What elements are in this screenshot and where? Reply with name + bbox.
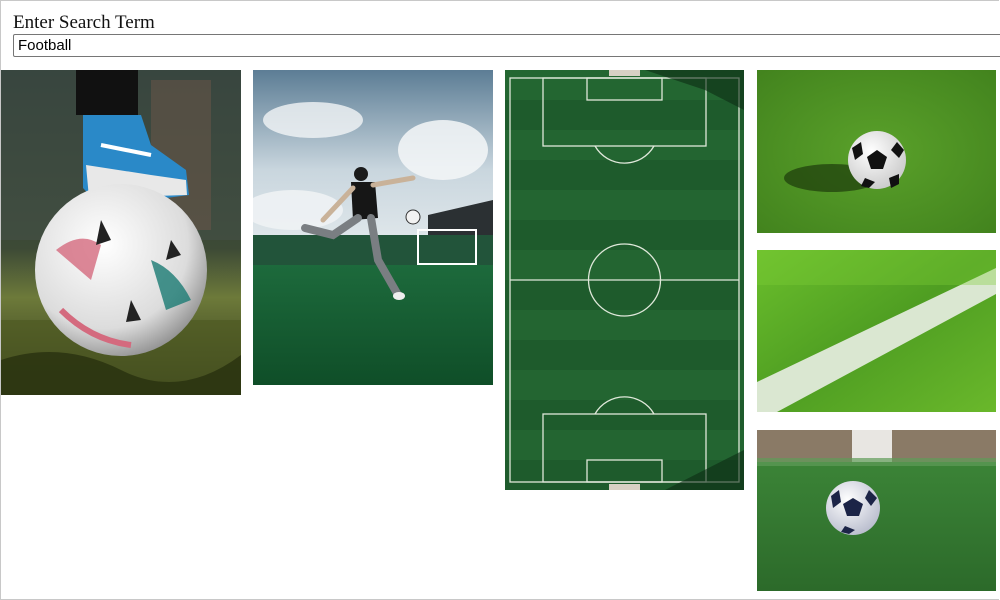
- image-3-art: [505, 70, 744, 490]
- image-player-kicking-ball[interactable]: [253, 70, 493, 385]
- search-input[interactable]: [13, 34, 1000, 57]
- image-player-foot-on-ball[interactable]: [1, 70, 241, 395]
- image-2-art: [253, 70, 493, 385]
- image-4-art: [757, 70, 996, 233]
- image-5-art: [757, 250, 996, 412]
- image-ball-on-grass[interactable]: [757, 70, 996, 233]
- search-label: Enter Search Term: [13, 12, 155, 33]
- image-aerial-football-pitch[interactable]: [505, 70, 744, 490]
- image-1-art: [1, 70, 241, 395]
- image-ball-on-turf[interactable]: [757, 430, 996, 591]
- image-white-line-on-grass[interactable]: [757, 250, 996, 412]
- image-6-art: [757, 430, 996, 591]
